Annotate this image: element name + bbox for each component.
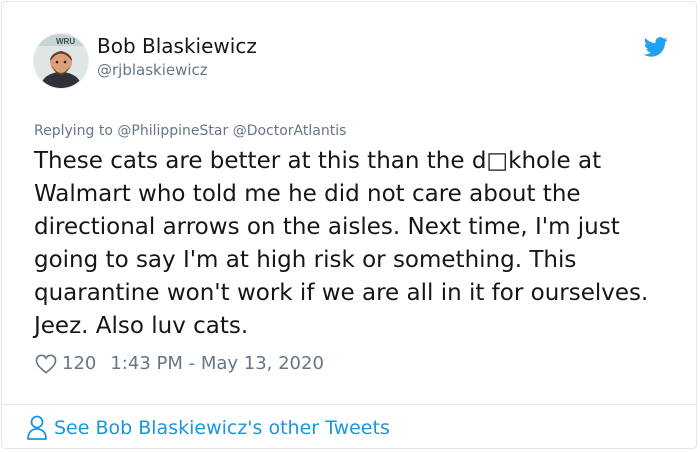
heart-outline-icon[interactable] <box>35 354 57 374</box>
twitter-bird-icon[interactable] <box>643 36 668 58</box>
mention-link[interactable]: @DoctorAtlantis <box>233 123 347 139</box>
author-avatar[interactable]: WRU <box>33 33 89 89</box>
like-count[interactable]: 120 <box>62 353 96 374</box>
mention-link[interactable]: @PhilippineStar <box>117 123 228 139</box>
other-tweets-label: See Bob Blaskiewicz's other Tweets <box>54 417 390 439</box>
author-name[interactable]: Bob Blaskiewicz <box>97 34 257 58</box>
svg-text:WRU: WRU <box>56 37 75 46</box>
timestamp[interactable]: 1:43 PM - May 13, 2020 <box>110 353 324 374</box>
tweet-meta: 120 1:43 PM - May 13, 2020 <box>35 353 324 374</box>
author-handle[interactable]: @rjblaskiewicz <box>97 61 208 79</box>
divider <box>2 404 696 405</box>
person-outline-icon <box>27 415 47 440</box>
other-tweets-link[interactable]: See Bob Blaskiewicz's other Tweets <box>26 415 390 441</box>
tweet-text: These cats are better at this than the d… <box>34 148 649 339</box>
tweet-card: WRU Bob Blaskiewicz @rjblaskiewicz Reply… <box>1 1 697 449</box>
replying-to-label: Replying to <box>34 123 118 139</box>
replying-to: Replying to @PhilippineStar @DoctorAtlan… <box>34 123 346 139</box>
person-avatar-icon: WRU <box>34 34 88 88</box>
